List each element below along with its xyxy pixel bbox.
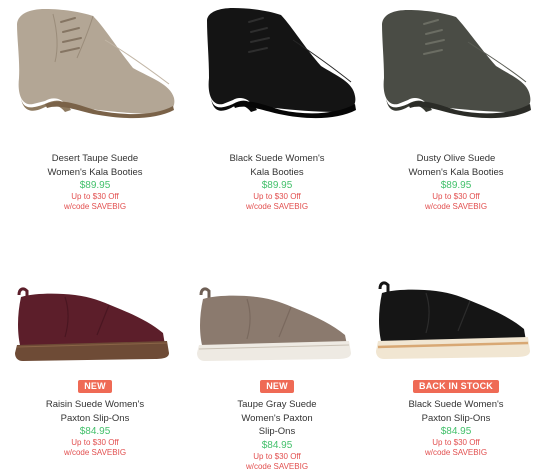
- promo-text: Up to $30 Off w/code SAVEBIG: [5, 192, 185, 212]
- product-info: NEW Raisin Suede Women's Paxton Slip-Ons…: [5, 376, 185, 458]
- product-card[interactable]: Black Suede Women's Kala Booties $89.95 …: [187, 0, 367, 225]
- product-name[interactable]: Taupe Gray Suede Women's Paxton Slip-Ons: [187, 398, 367, 439]
- promo-line: Up to $30 Off: [71, 192, 119, 201]
- promo-line: Up to $30 Off: [432, 438, 480, 447]
- product-card[interactable]: NEW Raisin Suede Women's Paxton Slip-Ons…: [5, 275, 185, 475]
- product-name-line: Women's Kala Booties: [408, 166, 504, 178]
- status-badge: BACK IN STOCK: [413, 380, 499, 393]
- product-name-line: Women's Paxton: [241, 412, 313, 424]
- product-price: $89.95: [79, 180, 111, 191]
- product-name-line: Raisin Suede Women's: [45, 399, 145, 410]
- promo-line: w/code SAVEBIG: [63, 448, 127, 457]
- product-price: $89.95: [440, 180, 472, 191]
- product-card[interactable]: Desert Taupe Suede Women's Kala Booties …: [5, 0, 185, 225]
- product-name-line: Taupe Gray Suede: [237, 399, 317, 410]
- promo-text: Up to $30 Off w/code SAVEBIG: [5, 438, 185, 458]
- promo-line: Up to $30 Off: [432, 192, 480, 201]
- product-image[interactable]: [5, 0, 185, 130]
- bootie-shoe-photo: [17, 9, 175, 119]
- product-name[interactable]: Black Suede Women's Paxton Slip-Ons: [366, 398, 546, 425]
- product-info: Dusty Olive Suede Women's Kala Booties $…: [366, 152, 546, 212]
- product-name[interactable]: Raisin Suede Women's Paxton Slip-Ons: [5, 398, 185, 425]
- product-info: NEW Taupe Gray Suede Women's Paxton Slip…: [187, 376, 367, 472]
- product-name[interactable]: Black Suede Women's Kala Booties: [187, 152, 367, 179]
- product-price: $84.95: [440, 426, 472, 437]
- promo-line: w/code SAVEBIG: [424, 448, 488, 457]
- status-badge: NEW: [78, 380, 112, 393]
- product-name-line: Desert Taupe Suede: [51, 153, 139, 164]
- product-info: Desert Taupe Suede Women's Kala Booties …: [5, 152, 185, 212]
- product-price: $89.95: [261, 180, 293, 191]
- product-image[interactable]: [366, 0, 546, 130]
- promo-text: Up to $30 Off w/code SAVEBIG: [187, 452, 367, 472]
- status-badge: NEW: [260, 380, 294, 393]
- bootie-shoe-photo: [207, 8, 356, 119]
- product-name-line: Paxton Slip-Ons: [60, 412, 130, 424]
- product-grid: Desert Taupe Suede Women's Kala Booties …: [0, 0, 550, 475]
- product-card[interactable]: BACK IN STOCK Black Suede Women's Paxton…: [366, 275, 546, 475]
- promo-line: Up to $30 Off: [253, 451, 301, 461]
- promo-line: Up to $30 Off: [71, 438, 119, 447]
- product-name-line: Dusty Olive Suede: [416, 153, 496, 164]
- product-price: $84.95: [261, 439, 293, 451]
- product-name[interactable]: Desert Taupe Suede Women's Kala Booties: [5, 152, 185, 179]
- product-name[interactable]: Dusty Olive Suede Women's Kala Booties: [366, 152, 546, 179]
- product-info: Black Suede Women's Kala Booties $89.95 …: [187, 152, 367, 212]
- promo-text: Up to $30 Off w/code SAVEBIG: [187, 192, 367, 212]
- slip-on-shoe-photo: [15, 287, 169, 361]
- product-name-line: Black Suede Women's: [229, 153, 325, 164]
- promo-text: Up to $30 Off w/code SAVEBIG: [366, 438, 546, 458]
- product-name-line: Paxton Slip-Ons: [421, 412, 491, 424]
- slip-on-shoe-photo: [197, 287, 351, 361]
- product-info: BACK IN STOCK Black Suede Women's Paxton…: [366, 376, 546, 458]
- slip-on-shoe-photo: [376, 281, 530, 359]
- promo-line: w/code SAVEBIG: [245, 202, 309, 211]
- product-card[interactable]: Dusty Olive Suede Women's Kala Booties $…: [366, 0, 546, 225]
- promo-line: w/code SAVEBIG: [63, 202, 127, 211]
- promo-line: w/code SAVEBIG: [245, 461, 309, 471]
- product-image[interactable]: [187, 0, 367, 130]
- product-name-line: Kala Booties: [250, 166, 304, 178]
- promo-text: Up to $30 Off w/code SAVEBIG: [366, 192, 546, 212]
- promo-line: Up to $30 Off: [253, 192, 301, 201]
- promo-line: w/code SAVEBIG: [424, 202, 488, 211]
- product-card[interactable]: NEW Taupe Gray Suede Women's Paxton Slip…: [187, 275, 367, 475]
- product-name-line: Women's Kala Booties: [47, 166, 143, 178]
- product-image[interactable]: [366, 275, 546, 365]
- bootie-shoe-photo: [382, 10, 531, 119]
- product-name-line: Slip-Ons: [258, 426, 296, 437]
- product-name-line: Black Suede Women's: [408, 399, 504, 410]
- product-image[interactable]: [187, 275, 367, 365]
- product-image[interactable]: [5, 275, 185, 365]
- product-price: $84.95: [79, 426, 111, 437]
